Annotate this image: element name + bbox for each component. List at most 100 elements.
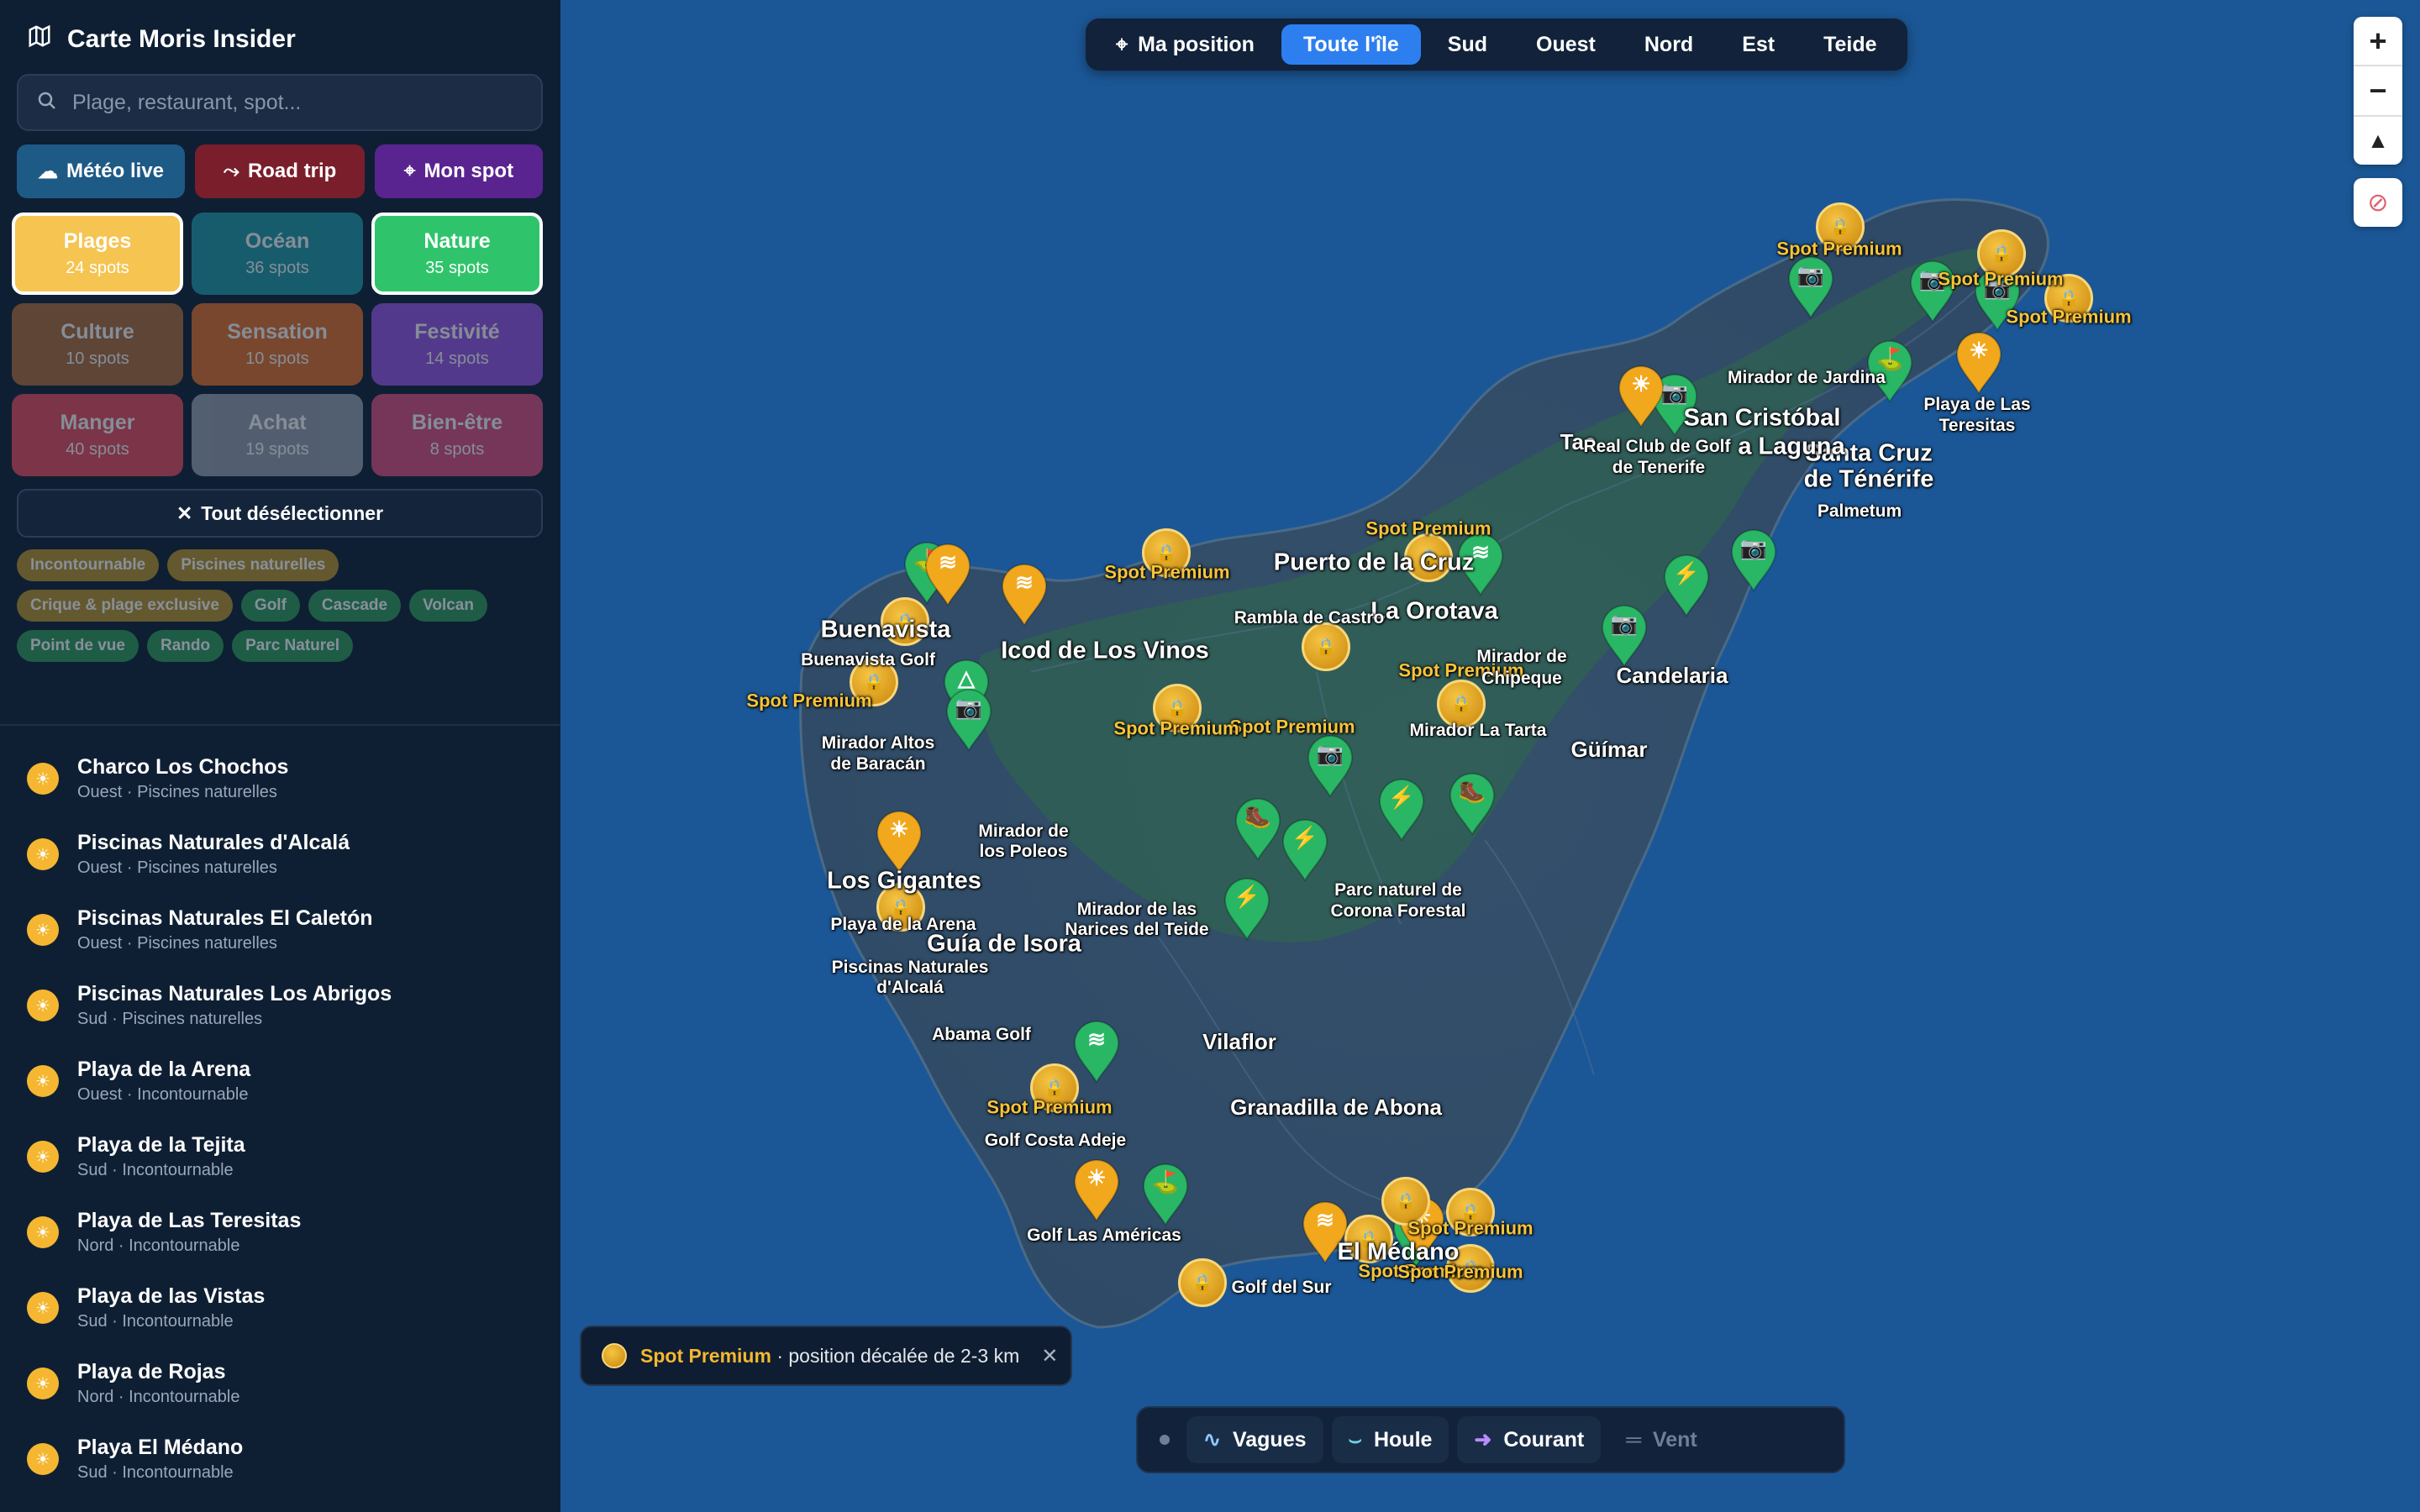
my-spot-label: Mon spot: [424, 160, 514, 182]
weather-live-button[interactable]: ☁ Météo live: [17, 144, 185, 198]
list-item-name: Playa El Médano: [77, 1436, 244, 1459]
map-label: Abama Golf: [932, 1024, 1031, 1044]
volcano-marker[interactable]: ⚡: [1661, 554, 1712, 618]
tag-filter-3[interactable]: Golf: [240, 590, 300, 622]
category-0[interactable]: Plages 24 spots: [12, 213, 183, 295]
category-7[interactable]: Achat 19 spots: [192, 394, 363, 476]
category-label: Plages: [63, 229, 132, 253]
list-item-meta: Sud · Piscines naturelles: [77, 1010, 263, 1028]
search-input[interactable]: [72, 90, 509, 115]
pool-marker[interactable]: ≋: [923, 543, 973, 607]
camera-marker[interactable]: 📷: [1305, 734, 1355, 799]
map-label: Teresitas: [1939, 415, 2016, 435]
list-item-name: Piscinas Naturales Los Abrigos: [77, 982, 392, 1005]
road-trip-button[interactable]: ⤳ Road trip: [195, 144, 365, 198]
sun-icon: ☀: [27, 1368, 59, 1399]
region-west-button[interactable]: Ouest: [1514, 24, 1618, 65]
my-spot-button[interactable]: ⌖ Mon spot: [375, 144, 543, 198]
golf-marker[interactable]: ⛳: [1140, 1163, 1191, 1227]
list-item[interactable]: ☀ Playa de Las Teresitas Nord · Incontourn…: [0, 1194, 560, 1270]
layer-swell-button[interactable]: ⌣ Houle: [1331, 1416, 1449, 1463]
category-2[interactable]: Nature 35 spots: [371, 213, 543, 295]
layer-current-button[interactable]: ➜ Courant: [1457, 1416, 1602, 1463]
map-canvas[interactable]: 📷⛳📷📷📷⚡📷≋🥾📷🥾⚡⚡⚡⛳△📷≋⛳⛳📷☀☀≋≋☀≋☀☀🔒🔒🔒🔒🔒🔒🔒🔒🔒🔒🔒…: [560, 0, 2420, 1512]
pool-marker[interactable]: ≋: [999, 563, 1050, 627]
camera-marker[interactable]: 📷: [1599, 604, 1649, 669]
region-teide-button[interactable]: Teide: [1802, 24, 1898, 65]
list-item[interactable]: ☀ Playa de la Tejita Sud · Incontournable: [0, 1119, 560, 1194]
category-6[interactable]: Manger 40 spots: [12, 394, 183, 476]
map-label: Piscinas Naturales: [831, 957, 989, 977]
map-label: Mirador de las: [1076, 899, 1197, 919]
tag-filter-4[interactable]: Cascade: [308, 590, 402, 622]
close-icon[interactable]: ✕: [1041, 1344, 1058, 1368]
clear-selection-button[interactable]: ✕ Tout désélectionner: [17, 489, 543, 538]
region-east-button[interactable]: Est: [1720, 24, 1797, 65]
region-south-button[interactable]: Sud: [1426, 24, 1509, 65]
map-label: Candelaria: [1616, 663, 1728, 689]
tag-filter-0[interactable]: Incontournable: [17, 549, 160, 581]
map-label: Real Club de Golf: [1583, 436, 1731, 456]
route-icon: ⤳: [223, 160, 239, 182]
map-label: Palmetum: [1817, 501, 1902, 521]
arrow-right-icon: ➜: [1474, 1428, 1492, 1452]
premium-marker[interactable]: 🔒: [1302, 622, 1350, 671]
list-item[interactable]: ☀ Piscinas Naturales d'Alcalá Ouest · Pisc…: [0, 816, 560, 892]
category-3[interactable]: Culture 10 spots: [12, 303, 183, 386]
premium-marker[interactable]: 🔒: [1178, 1258, 1227, 1307]
hike-marker[interactable]: 🥾: [1233, 797, 1283, 862]
list-item[interactable]: ☀ Playa de las Vistas Sud · Incontournable: [0, 1270, 560, 1346]
geolocate-button[interactable]: ⊘: [2354, 178, 2402, 227]
my-position-button[interactable]: ⌖ Ma position: [1094, 24, 1276, 65]
list-item[interactable]: ☀ Playa de Rojas Nord · Incontournable: [0, 1346, 560, 1421]
category-1[interactable]: Océan 36 spots: [192, 213, 363, 295]
map-label: Golf Costa Adeje: [984, 1130, 1127, 1150]
beach-marker[interactable]: ☀: [1616, 365, 1666, 429]
volcano-marker[interactable]: ⚡: [1280, 818, 1330, 883]
tag-filter-2[interactable]: Crique & plage exclusive: [17, 590, 233, 622]
region-all-button[interactable]: Toute l'île: [1281, 24, 1421, 65]
list-item[interactable]: ☀ Charco Los Chochos Ouest · Piscines natu…: [0, 741, 560, 816]
tag-filter-6[interactable]: Point de vue: [17, 630, 139, 662]
layer-current-label: Courant: [1503, 1427, 1585, 1452]
camera-marker[interactable]: 📷: [1786, 255, 1836, 320]
search-box[interactable]: [17, 74, 543, 131]
camera-marker[interactable]: 📷: [1728, 528, 1779, 593]
zoom-in-button[interactable]: +: [2354, 17, 2402, 67]
category-4[interactable]: Sensation 10 spots: [192, 303, 363, 386]
list-item[interactable]: ☀ Piscinas Naturales El Caletón Ouest · Pi…: [0, 892, 560, 968]
category-count: 40 spots: [66, 440, 129, 459]
layer-wind-button[interactable]: ═ Vent: [1609, 1416, 1714, 1463]
compass-button[interactable]: ▲: [2354, 117, 2402, 165]
map-label: Buenavista Golf: [801, 649, 935, 669]
beach-marker[interactable]: ☀: [1071, 1158, 1122, 1223]
beach-marker[interactable]: ☀: [1954, 331, 2004, 396]
zoom-out-button[interactable]: −: [2354, 66, 2402, 117]
tag-filter-7[interactable]: Rando: [146, 630, 224, 662]
region-north-button[interactable]: Nord: [1623, 24, 1715, 65]
weather-icon: ☁: [37, 160, 58, 183]
list-item[interactable]: ☀ Piscinas Naturales Los Abrigos Sud · Pis…: [0, 968, 560, 1043]
hike-marker[interactable]: 🥾: [1447, 772, 1497, 837]
volcano-marker[interactable]: ⚡: [1222, 877, 1272, 942]
waves-marker[interactable]: ≋: [1071, 1020, 1122, 1084]
beach-marker[interactable]: ☀: [874, 810, 924, 874]
camera-marker[interactable]: 📷: [944, 688, 994, 753]
layer-waves-button[interactable]: ∿ Vagues: [1186, 1416, 1323, 1463]
list-item[interactable]: ☀ Playa de la Arena Ouest · Incontournable: [0, 1043, 560, 1119]
category-5[interactable]: Festivité 14 spots: [371, 303, 543, 386]
tag-filter-5[interactable]: Volcan: [409, 590, 487, 622]
map-label: Vilaflor: [1202, 1029, 1276, 1055]
list-item[interactable]: ☀ Playa El Médano Sud · Incontournable: [0, 1421, 560, 1497]
waves-icon: ∿: [1203, 1428, 1221, 1452]
category-label: Océan: [245, 229, 310, 253]
tag-filter-1[interactable]: Piscines naturelles: [167, 549, 339, 581]
tag-filter-8[interactable]: Parc Naturel: [232, 630, 354, 662]
list-item-name: Piscinas Naturales d'Alcalá: [77, 831, 350, 854]
map-label: Golf del Sur: [1231, 1277, 1332, 1297]
tag-filters: Incontournable Piscines naturelles Crique …: [17, 549, 538, 662]
map-label: Golf Las Américas: [1027, 1225, 1181, 1245]
road-trip-label: Road trip: [247, 160, 337, 182]
volcano-marker[interactable]: ⚡: [1376, 778, 1427, 843]
category-8[interactable]: Bien-être 8 spots: [371, 394, 543, 476]
